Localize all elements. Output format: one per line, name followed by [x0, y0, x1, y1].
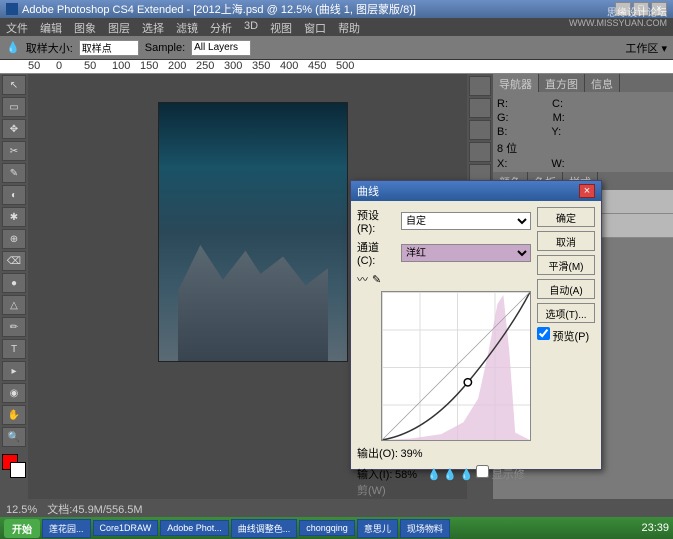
dodge-tool[interactable]: △: [2, 295, 26, 315]
input-label: 输入(I):: [357, 469, 392, 481]
crop-tool[interactable]: ✂: [2, 141, 26, 161]
sample-label: Sample:: [145, 42, 185, 54]
menu-file[interactable]: 文件: [6, 20, 28, 34]
gradient-tool[interactable]: ●: [2, 273, 26, 293]
app-icon: [6, 3, 18, 15]
panel-icon[interactable]: [469, 142, 491, 162]
channel-select[interactable]: 洋红: [401, 244, 531, 262]
taskbar-item[interactable]: 曲线调整色...: [231, 519, 298, 538]
pen-tool[interactable]: ✏: [2, 317, 26, 337]
toolbox: ↖ ▭ ✥ ✂ ✎ ◐ ✱ ⊕ ⌫ ● △ ✏ T ▸ ◉ ✋ 🔍: [0, 74, 28, 514]
ok-button[interactable]: 确定: [537, 207, 595, 227]
menu-help[interactable]: 帮助: [338, 20, 360, 34]
curve-graph[interactable]: [381, 291, 531, 441]
panel-icon[interactable]: [469, 76, 491, 96]
eraser-tool[interactable]: ⌫: [2, 251, 26, 271]
zoom-level[interactable]: 12.5%: [6, 504, 37, 516]
menu-image[interactable]: 图象: [74, 20, 96, 34]
system-tray[interactable]: 23:39: [641, 522, 669, 534]
dialog-close-button[interactable]: ×: [579, 184, 595, 198]
doc-status: 文档:45.9M/556.5M: [47, 504, 142, 516]
brush-tool[interactable]: ✱: [2, 207, 26, 227]
ruler-horizontal: 50050100150200250300350400450500: [0, 60, 673, 74]
taskbar-item[interactable]: Adobe Phot...: [160, 520, 229, 536]
start-button[interactable]: 开始: [4, 519, 40, 538]
taskbar-item[interactable]: 意思儿: [357, 519, 398, 538]
taskbar-item[interactable]: 现场物料: [400, 519, 450, 538]
watermark: 思缘设计论坛: [607, 4, 667, 19]
menu-window[interactable]: 窗口: [304, 20, 326, 34]
workspace-switcher[interactable]: 工作区 ▾: [625, 40, 667, 56]
menu-view[interactable]: 视图: [270, 20, 292, 34]
document-image[interactable]: [158, 102, 348, 362]
dialog-title: 曲线: [357, 183, 379, 199]
marquee-tool[interactable]: ▭: [2, 97, 26, 117]
sample-layers-input[interactable]: [191, 40, 251, 56]
output-value: 39%: [400, 448, 422, 460]
show-clip-checkbox[interactable]: [476, 465, 489, 478]
menu-select[interactable]: 选择: [142, 20, 164, 34]
app-title: Adobe Photoshop CS4 Extended - [2012上海.p…: [22, 1, 416, 17]
lasso-tool[interactable]: ✥: [2, 119, 26, 139]
path-tool[interactable]: ▸: [2, 361, 26, 381]
output-label: 输出(O):: [357, 448, 398, 460]
taskbar-item[interactable]: 莲花园...: [42, 519, 91, 538]
move-tool[interactable]: ↖: [2, 75, 26, 95]
zoom-tool[interactable]: 🔍: [2, 427, 26, 447]
status-bar: 12.5% 文档:45.9M/556.5M: [0, 499, 673, 517]
watermark-url: WWW.MISSYUAN.COM: [569, 18, 667, 28]
options-bar: 💧 取样大小: Sample: 工作区 ▾: [0, 36, 673, 60]
smooth-button[interactable]: 平滑(M): [537, 255, 595, 275]
taskbar-item[interactable]: chongqing: [299, 520, 355, 536]
eyedropper-tool-icon: 💧: [6, 41, 20, 54]
shape-tool[interactable]: ◉: [2, 383, 26, 403]
black-eyedropper-icon[interactable]: 💧: [427, 469, 441, 481]
panel-icon[interactable]: [469, 120, 491, 140]
taskbar-item[interactable]: Core1DRAW: [93, 520, 159, 536]
healing-tool[interactable]: ◐: [2, 185, 26, 205]
white-eyedropper-icon[interactable]: 💧: [459, 469, 473, 481]
preview-checkbox[interactable]: [537, 327, 550, 340]
stamp-tool[interactable]: ⊕: [2, 229, 26, 249]
panel-icon[interactable]: [469, 98, 491, 118]
input-value: 58%: [395, 469, 417, 481]
tab-info[interactable]: 信息: [585, 74, 620, 92]
info-panel: R:C: G:M: B:Y: 8 位 X:W: 文档:45.9M/556.5M …: [493, 92, 673, 172]
preset-label: 预设(R):: [357, 207, 397, 235]
curve-mode-icon[interactable]: 〰: [357, 271, 368, 287]
sample-size-input[interactable]: [79, 40, 139, 56]
hand-tool[interactable]: ✋: [2, 405, 26, 425]
menu-analysis[interactable]: 分析: [210, 20, 232, 34]
clock: 23:39: [641, 522, 669, 534]
menu-filter[interactable]: 滤镜: [176, 20, 198, 34]
tab-histogram[interactable]: 直方图: [539, 74, 585, 92]
taskbar: 开始 莲花园... Core1DRAW Adobe Phot... 曲线调整色.…: [0, 517, 673, 539]
menu-edit[interactable]: 编辑: [40, 20, 62, 34]
pencil-mode-icon[interactable]: ✎: [372, 273, 381, 286]
gray-eyedropper-icon[interactable]: 💧: [443, 469, 457, 481]
cancel-button[interactable]: 取消: [537, 231, 595, 251]
curves-dialog: 曲线 × 预设(R): 自定 通道(C): 洋红 〰 ✎: [350, 180, 602, 470]
options-button[interactable]: 选项(T)...: [537, 303, 595, 323]
menu-3d[interactable]: 3D: [244, 20, 258, 34]
type-tool[interactable]: T: [2, 339, 26, 359]
sample-size-label: 取样大小:: [26, 40, 73, 56]
background-color[interactable]: [10, 462, 26, 478]
channel-label: 通道(C):: [357, 239, 397, 267]
auto-button[interactable]: 自动(A): [537, 279, 595, 299]
preset-select[interactable]: 自定: [401, 212, 531, 230]
menu-layer[interactable]: 图层: [108, 20, 130, 34]
eyedropper-tool[interactable]: ✎: [2, 163, 26, 183]
tab-navigator[interactable]: 导航器: [493, 74, 539, 92]
